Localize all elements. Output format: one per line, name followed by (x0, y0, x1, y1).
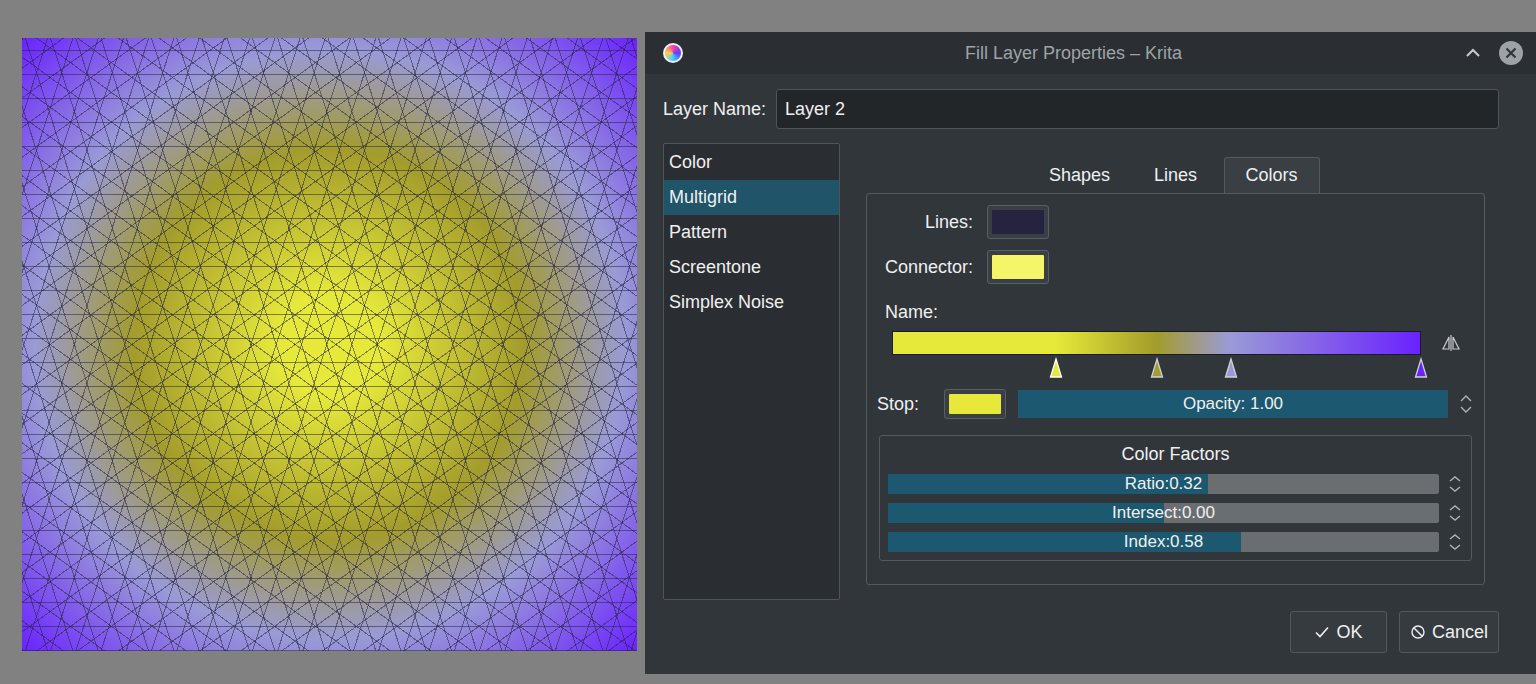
factor-slider[interactable]: Ratio:0.32 (888, 474, 1439, 494)
layer-name-input[interactable]: Layer 2 (776, 89, 1499, 129)
spin-arrows-icon[interactable] (1447, 532, 1463, 552)
colors-panel: Lines: Connector: Name: Stop: Opacity: 1.00 C… (866, 193, 1485, 585)
layer-name-label: Layer Name: (663, 99, 766, 120)
fill-type-item[interactable]: Pattern (664, 215, 839, 250)
gradient-name-label: Name: (885, 302, 1474, 323)
gradient-stop-icon[interactable] (1049, 357, 1063, 379)
fill-type-item[interactable]: Multigrid (664, 180, 839, 215)
tab[interactable]: Shapes (1032, 157, 1128, 193)
color-button[interactable] (987, 205, 1049, 239)
stop-row: Stop: Opacity: 1.00 (877, 389, 1474, 419)
gradient-stops (892, 355, 1421, 381)
cancel-icon (1410, 624, 1426, 640)
tab[interactable]: Colors (1224, 157, 1320, 193)
gradient-bar[interactable] (892, 331, 1421, 355)
group-title: Color Factors (888, 444, 1463, 465)
color-factors-group: Color Factors Ratio:0.32 Intersect:0.00 Ind… (879, 435, 1472, 561)
fill-type-item[interactable]: Simplex Noise (664, 285, 839, 320)
ok-button[interactable]: OK (1290, 611, 1387, 653)
spin-arrows-icon[interactable] (1447, 503, 1463, 523)
fill-type-item[interactable]: Color (664, 145, 839, 180)
krita-screen: Fill Layer Properties – Krita Layer Name:… (0, 0, 1536, 684)
factor-slider[interactable]: Intersect:0.00 (888, 503, 1439, 523)
color-button[interactable] (987, 250, 1049, 284)
fill-type-list: ColorMultigridPatternScreentoneSimplex N… (663, 143, 840, 600)
reverse-gradient-icon[interactable] (1441, 333, 1461, 353)
tab-bar: ShapesLinesColors (866, 157, 1485, 193)
color-row: Connector: (877, 250, 1474, 284)
factor-slider[interactable]: Index:0.58 (888, 532, 1439, 552)
gradient-stop-icon[interactable] (1150, 357, 1164, 379)
gradient-stop-icon[interactable] (1224, 357, 1238, 379)
layer-name-row: Layer Name: Layer 2 (663, 89, 1499, 129)
color-row: Lines: (877, 205, 1474, 239)
gradient-stop-icon[interactable] (1414, 357, 1428, 379)
window-title: Fill Layer Properties – Krita (683, 43, 1464, 64)
color-label: Lines: (877, 212, 973, 233)
spin-arrows-icon[interactable] (1447, 474, 1463, 494)
fill-layer-dialog: Fill Layer Properties – Krita Layer Name:… (645, 32, 1536, 674)
color-label: Connector: (877, 257, 973, 278)
multigrid-canvas (22, 38, 637, 651)
stop-color-button[interactable] (944, 389, 1006, 419)
chevron-up-icon[interactable] (1464, 44, 1482, 62)
tab[interactable]: Lines (1128, 157, 1224, 193)
spin-arrows-icon[interactable] (1458, 392, 1474, 416)
close-icon[interactable] (1498, 40, 1524, 66)
fill-type-item[interactable]: Screentone (664, 250, 839, 285)
cancel-button[interactable]: Cancel (1399, 611, 1499, 653)
check-icon (1314, 624, 1330, 640)
title-bar: Fill Layer Properties – Krita (645, 32, 1536, 74)
krita-logo-icon (663, 43, 683, 63)
opacity-slider[interactable]: Opacity: 1.00 (1018, 390, 1448, 418)
stop-label: Stop: (877, 394, 934, 415)
